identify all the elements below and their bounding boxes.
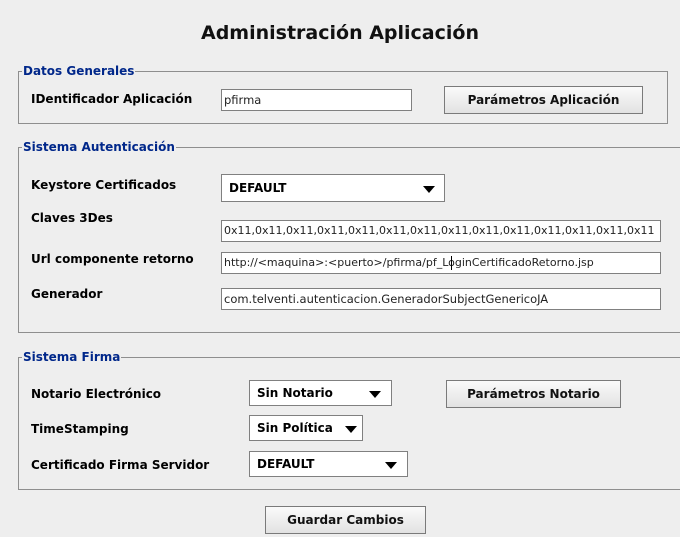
sistema-autenticacion-legend: Sistema Autenticación: [23, 140, 175, 154]
guardar-cambios-button[interactable]: Guardar Cambios: [265, 506, 426, 534]
certificado-firma-select[interactable]: DEFAULT: [249, 451, 408, 477]
timestamping-select[interactable]: Sin Política: [249, 415, 363, 441]
notario-label: Notario Electrónico: [31, 387, 162, 401]
keystore-label: Keystore Certificados: [31, 178, 177, 192]
claves-3des-label: Claves 3Des: [31, 211, 113, 225]
notario-select[interactable]: Sin Notario: [249, 380, 392, 406]
id-aplicacion-label: IDentificador Aplicación: [31, 92, 193, 106]
parametros-aplicacion-button[interactable]: Parámetros Aplicación: [444, 86, 643, 114]
url-retorno-field[interactable]: http://<maquina>:<puerto>/pfirma/pf_Logi…: [221, 252, 661, 274]
parametros-notario-button[interactable]: Parámetros Notario: [446, 380, 621, 408]
datos-generales-legend: Datos Generales: [23, 64, 135, 78]
url-retorno-label: Url componente retorno: [31, 252, 194, 266]
claves-3des-field[interactable]: 0x11,0x11,0x11,0x11,0x11,0x11,0x11,0x11,…: [221, 220, 661, 242]
chevron-down-icon: [423, 186, 435, 193]
url-retorno-value: http://<maquina>:<puerto>/pfirma/pf_Logi…: [224, 256, 594, 269]
certificado-firma-selected-value: DEFAULT: [257, 457, 315, 471]
generador-label: Generador: [31, 287, 103, 301]
sistema-firma-legend: Sistema Firma: [23, 350, 121, 364]
window-title: Administración Aplicación: [201, 22, 479, 44]
chevron-down-icon: [385, 462, 397, 469]
chevron-down-icon: [369, 391, 381, 398]
timestamping-label: TimeStamping: [31, 422, 129, 436]
certificado-firma-label: Certificado Firma Servidor: [31, 458, 210, 472]
generador-field[interactable]: com.telventi.autenticacion.GeneradorSubj…: [221, 288, 661, 310]
notario-selected-value: Sin Notario: [257, 386, 333, 400]
keystore-selected-value: DEFAULT: [229, 181, 287, 195]
keystore-select[interactable]: DEFAULT: [221, 174, 445, 202]
id-aplicacion-field[interactable]: pfirma: [221, 89, 412, 111]
chevron-down-icon: [345, 426, 357, 433]
text-cursor: [451, 256, 452, 270]
timestamping-selected-value: Sin Política: [257, 421, 333, 435]
